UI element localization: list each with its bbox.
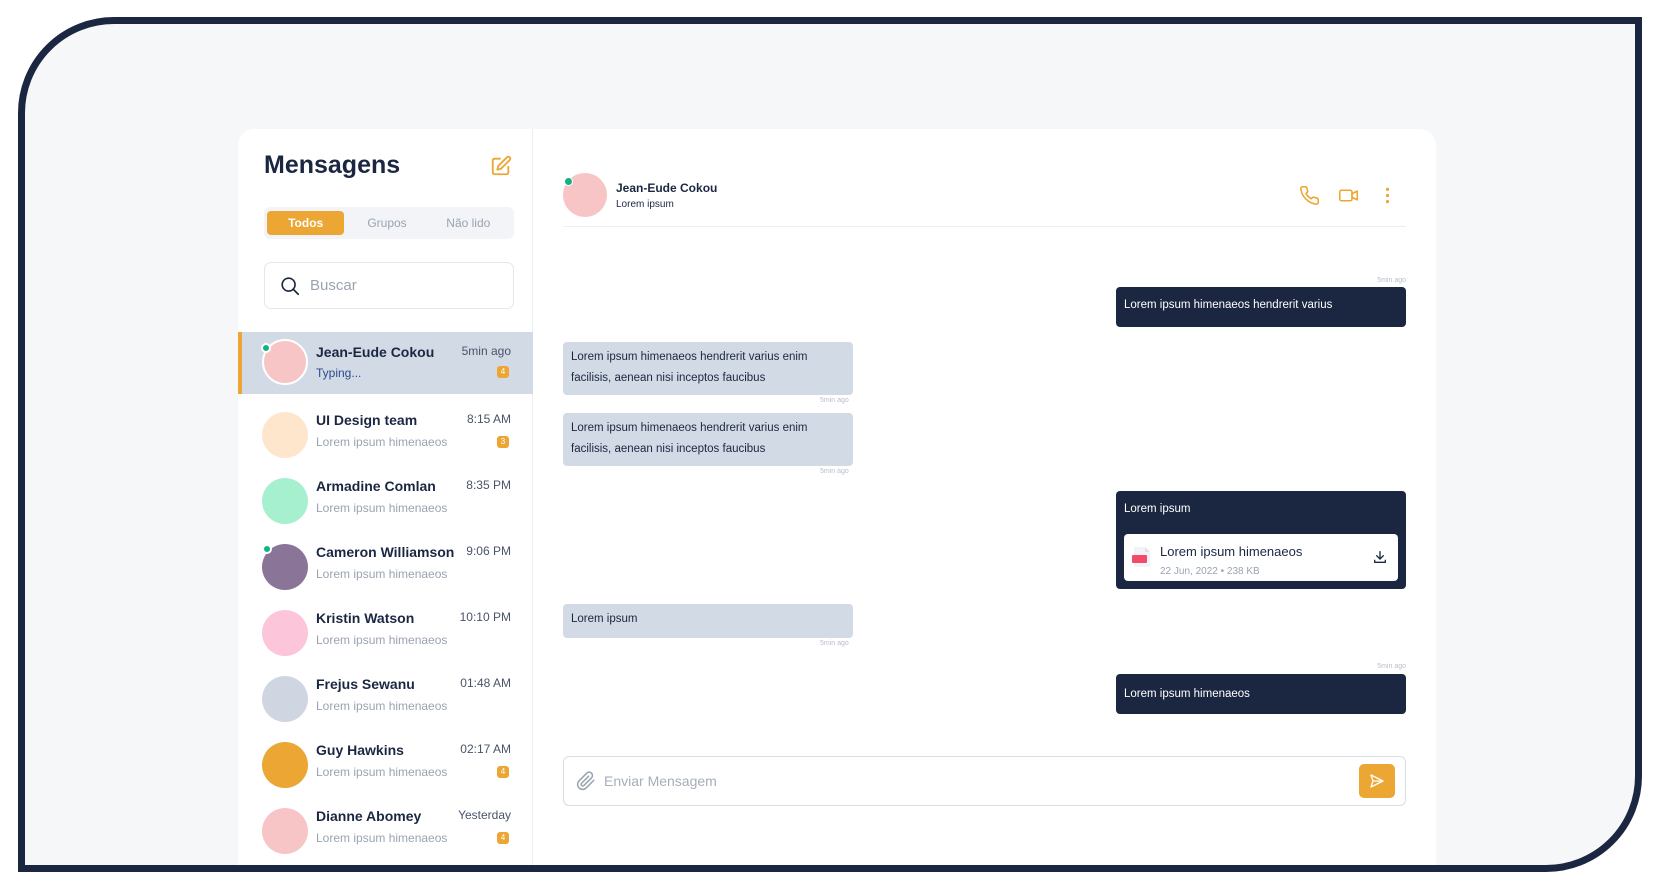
- conversation-preview: Lorem ipsum himenaeos: [316, 501, 448, 515]
- unread-badge: 4: [497, 766, 509, 778]
- conversation-name: UI Design team: [316, 412, 418, 428]
- online-indicator: [261, 343, 271, 353]
- unread-badge: 4: [497, 366, 509, 378]
- sidebar-title: Mensagens: [264, 151, 401, 179]
- send-icon: [1370, 774, 1384, 788]
- file-attachment[interactable]: Lorem ipsum himenaeos 22 Jun, 2022 • 238…: [1124, 534, 1398, 581]
- message-text: Lorem ipsum himenaeos: [1124, 688, 1250, 700]
- unread-badge: 3: [497, 436, 509, 448]
- phone-icon[interactable]: [1298, 184, 1320, 206]
- contact-name: Jean-Eude Cokou: [616, 181, 718, 195]
- pdf-file-icon: [1132, 547, 1150, 567]
- message-text: Lorem ipsum himenaeos hendrerit varius: [1124, 299, 1333, 311]
- conversation-preview: Lorem ipsum himenaeos: [316, 435, 448, 449]
- message-outgoing: Lorem ipsum himenaeos hendrerit varius: [1116, 287, 1406, 327]
- online-indicator: [564, 177, 573, 186]
- avatar: [262, 610, 308, 656]
- message-text: Lorem ipsum: [1124, 503, 1191, 515]
- chat-actions: [1281, 184, 1398, 206]
- conversation-item[interactable]: Armadine Comlan 8:35 PM Lorem ipsum hime…: [238, 468, 533, 534]
- message-composer: [563, 756, 1406, 806]
- tab-grupos[interactable]: Grupos: [348, 211, 425, 235]
- conversation-time: 5min ago: [461, 344, 511, 358]
- conversation-preview: Typing...: [316, 366, 362, 380]
- conversation-time: 10:10 PM: [459, 610, 511, 624]
- search-box: [264, 262, 514, 309]
- file-name: Lorem ipsum himenaeos: [1160, 544, 1303, 559]
- conversation-item[interactable]: Kristin Watson 10:10 PM Lorem ipsum hime…: [238, 600, 533, 666]
- conversation-preview: Lorem ipsum himenaeos: [316, 699, 448, 713]
- message-text: Lorem ipsum: [571, 613, 638, 625]
- message-time: 5min ago: [820, 468, 849, 475]
- file-meta: 22 Jun, 2022 • 238 KB: [1160, 566, 1260, 577]
- conversation-time: 8:15 AM: [466, 412, 511, 426]
- conversation-list: Jean-Eude Cokou 5min ago Typing... 4 UI …: [238, 332, 533, 864]
- conversation-item[interactable]: Guy Hawkins 02:17 AM Lorem ipsum himenae…: [238, 732, 533, 798]
- conversation-item[interactable]: Jean-Eude Cokou 5min ago Typing... 4: [238, 332, 533, 394]
- message-input[interactable]: [604, 770, 1284, 792]
- message-time: 5min ago: [1377, 277, 1406, 284]
- conversation-name: Guy Hawkins: [316, 742, 404, 758]
- send-button[interactable]: [1359, 764, 1395, 798]
- message-outgoing-file: Lorem ipsum Lorem ipsum himenaeos 22 Jun…: [1116, 491, 1406, 589]
- avatar: [262, 742, 308, 788]
- compose-icon[interactable]: [490, 155, 512, 177]
- conversations-sidebar: Mensagens Todos Grupos Não lido Buscar J…: [238, 129, 533, 865]
- message-time: 5min ago: [820, 640, 849, 647]
- download-icon[interactable]: [1372, 549, 1388, 565]
- conversation-name: Kristin Watson: [316, 610, 415, 626]
- conversation-name: Cameron Williamson: [316, 544, 455, 560]
- conversation-item[interactable]: Dianne Abomey Yesterday Lorem ipsum hime…: [238, 798, 533, 864]
- app-frame: Mensagens Todos Grupos Não lido Buscar J…: [18, 17, 1642, 872]
- conversation-item[interactable]: Frejus Sewanu 01:48 AM Lorem ipsum himen…: [238, 666, 533, 732]
- search-input[interactable]: [310, 277, 500, 294]
- avatar: [262, 676, 308, 722]
- avatar: [262, 808, 308, 854]
- messenger-card: Mensagens Todos Grupos Não lido Buscar J…: [238, 129, 1436, 865]
- message-incoming: Lorem ipsum himenaeos hendrerit varius e…: [563, 342, 853, 395]
- video-icon[interactable]: [1337, 184, 1359, 206]
- conversation-time: 01:48 AM: [460, 676, 511, 690]
- message-text: Lorem ipsum himenaeos hendrerit varius e…: [571, 351, 808, 384]
- conversation-preview: Lorem ipsum himenaeos: [316, 765, 448, 779]
- message-outgoing: Lorem ipsum himenaeos: [1116, 674, 1406, 714]
- more-vertical-icon[interactable]: [1376, 184, 1398, 206]
- avatar: [262, 412, 308, 458]
- tab-todos[interactable]: Todos: [267, 211, 345, 235]
- conversation-time: Yesterday: [458, 808, 511, 822]
- conversation-name: Armadine Comlan: [316, 478, 436, 494]
- conversation-preview: Lorem ipsum himenaeos: [316, 633, 448, 647]
- conversation-name: Frejus Sewanu: [316, 676, 415, 692]
- online-indicator: [262, 544, 272, 554]
- message-incoming: Lorem ipsum himenaeos hendrerit varius e…: [563, 413, 853, 466]
- conversation-time: 9:06 PM: [466, 544, 511, 558]
- message-text: Lorem ipsum himenaeos hendrerit varius e…: [571, 422, 808, 455]
- conversation-preview: Lorem ipsum himenaeos: [316, 567, 448, 581]
- unread-badge: 4: [497, 832, 509, 844]
- tab-nao-lido[interactable]: Não lido: [430, 211, 507, 235]
- message-incoming: Lorem ipsum: [563, 604, 853, 638]
- conversation-name: Dianne Abomey: [316, 808, 422, 824]
- chat-header: Jean-Eude Cokou Lorem ipsum: [563, 129, 1406, 227]
- conversation-time: 8:35 PM: [466, 478, 511, 492]
- conversation-preview: Lorem ipsum himenaeos: [316, 831, 448, 845]
- conversation-time: 02:17 AM: [460, 742, 511, 756]
- conversation-name: Jean-Eude Cokou: [316, 344, 435, 360]
- conversation-item[interactable]: Cameron Williamson 9:06 PM Lorem ipsum h…: [238, 534, 533, 600]
- avatar: [262, 478, 308, 524]
- contact-status: Lorem ipsum: [616, 199, 674, 210]
- conversation-item[interactable]: UI Design team 8:15 AM Lorem ipsum himen…: [238, 402, 533, 468]
- filter-tabs: Todos Grupos Não lido: [264, 207, 514, 239]
- search-icon: [281, 276, 300, 295]
- message-time: 5min ago: [1377, 663, 1406, 670]
- chat-panel: Jean-Eude Cokou Lorem ipsum 5min ago Lor…: [533, 129, 1436, 865]
- message-time: 5min ago: [820, 397, 849, 404]
- paperclip-icon[interactable]: [576, 771, 596, 791]
